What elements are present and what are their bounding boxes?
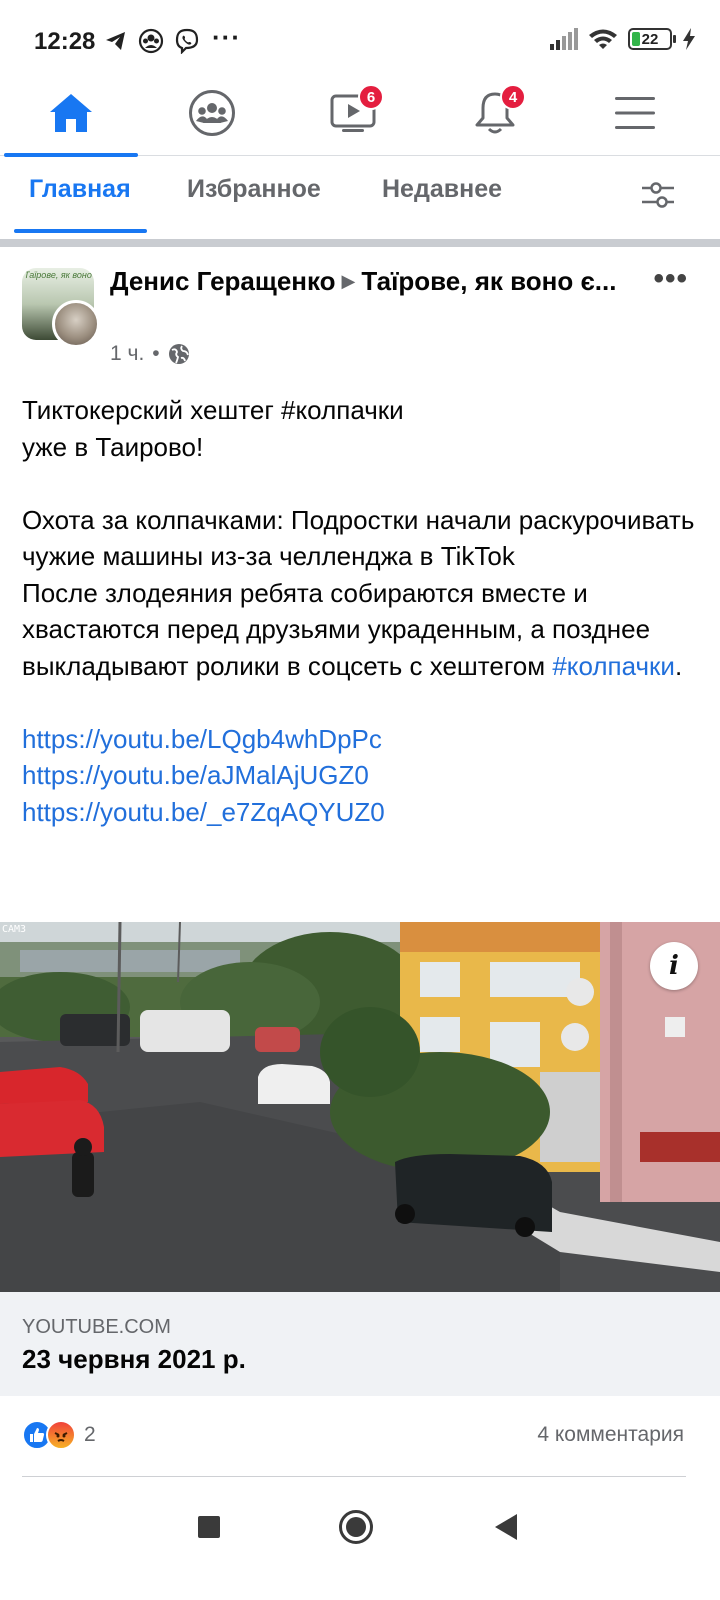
signal-icon (550, 28, 578, 50)
group-avatar-text: Таїрове, як воно (24, 270, 92, 280)
link-preview-image[interactable]: CAM3 i (0, 922, 720, 1292)
user-avatar[interactable] (52, 300, 100, 348)
recents-button[interactable] (198, 1516, 220, 1538)
post-text-main: Охота за колпачками: Подростки начали ра… (22, 502, 702, 685)
battery-icon: 22 (628, 28, 676, 50)
nav-menu[interactable] (570, 70, 700, 156)
youtube-link[interactable]: https://youtu.be/LQgb4whDpPc (22, 721, 702, 758)
youtube-link[interactable]: https://youtu.be/_e7ZqAQYUZ0 (22, 794, 702, 831)
notifications-badge: 4 (500, 84, 526, 110)
post-header-title: Денис Геращенко ▶ Таїрове, як воно є... (110, 264, 640, 301)
status-time: 12:28 (34, 28, 96, 55)
watch-badge: 6 (358, 84, 384, 110)
tab-home[interactable]: Главная (29, 175, 131, 204)
post-meta: 1 ч. • (110, 342, 190, 366)
battery-level: 22 (641, 30, 659, 48)
post-avatar[interactable]: Таїрове, як воно (22, 268, 100, 348)
info-icon[interactable]: i (650, 942, 698, 990)
camera-label: CAM3 (2, 924, 27, 935)
reactions-count: 2 (84, 1423, 96, 1446)
post-links: https://youtu.be/LQgb4whDpPc https://you… (22, 721, 702, 831)
telegram-icon (106, 32, 125, 50)
team-icon (138, 28, 164, 54)
more-options-icon[interactable]: ••• (653, 262, 688, 296)
link-preview-title: 23 червня 2021 р. (22, 1344, 246, 1374)
group-name[interactable]: Таїрове, як воно є... (361, 266, 616, 296)
status-notification-icons (104, 28, 200, 54)
filter-icon[interactable] (640, 179, 676, 211)
hashtag-link[interactable]: #колпачки (552, 651, 675, 681)
feed-divider (0, 239, 720, 247)
home-button[interactable] (339, 1510, 373, 1544)
nav-groups[interactable] (147, 70, 277, 156)
more-notifications-icon: ··· (212, 22, 241, 52)
arrow-right-icon: ▶ (341, 271, 356, 291)
hamburger-menu-icon (615, 97, 655, 129)
post-text-intro: Тиктокерский хештег #колпачки уже в Таир… (22, 395, 404, 462)
android-navigation-bar (0, 1486, 720, 1600)
status-system-icons: 22 (550, 28, 696, 50)
charging-icon (683, 28, 695, 50)
cctv-scene-image (0, 922, 720, 1292)
angry-reaction-icon (46, 1420, 76, 1450)
author-name[interactable]: Денис Геращенко (110, 266, 336, 296)
nav-watch[interactable]: 6 (288, 70, 418, 156)
post-actions-divider (22, 1476, 686, 1477)
back-button[interactable] (495, 1514, 517, 1540)
comments-count[interactable]: 4 комментария (537, 1423, 684, 1447)
feed-tabs: Главная Избранное Недавнее (0, 157, 720, 237)
meta-separator: • (152, 342, 160, 365)
groups-icon (189, 90, 235, 136)
reactions-summary[interactable]: 2 (22, 1420, 96, 1450)
post-text-end: . (674, 650, 683, 681)
post-text: Тиктокерский хештег #колпачки уже в Таир… (22, 392, 702, 830)
nav-notifications[interactable]: 4 (430, 70, 560, 156)
viber-icon (175, 28, 199, 54)
tab-recent[interactable]: Недавнее (382, 175, 502, 204)
active-tab-indicator (14, 229, 147, 233)
wifi-icon (589, 29, 617, 49)
youtube-link[interactable]: https://youtu.be/aJMalAjUGZ0 (22, 757, 702, 794)
post-time[interactable]: 1 ч. (110, 342, 144, 366)
nav-home[interactable] (4, 70, 138, 157)
link-preview-domain: YOUTUBE.COM (22, 1316, 171, 1338)
top-navigation: 6 4 (0, 70, 720, 157)
globe-icon (168, 344, 189, 364)
home-icon (50, 94, 92, 132)
link-preview[interactable]: YOUTUBE.COM 23 червня 2021 р. (0, 1292, 720, 1396)
tab-favorites[interactable]: Избранное (187, 175, 321, 204)
